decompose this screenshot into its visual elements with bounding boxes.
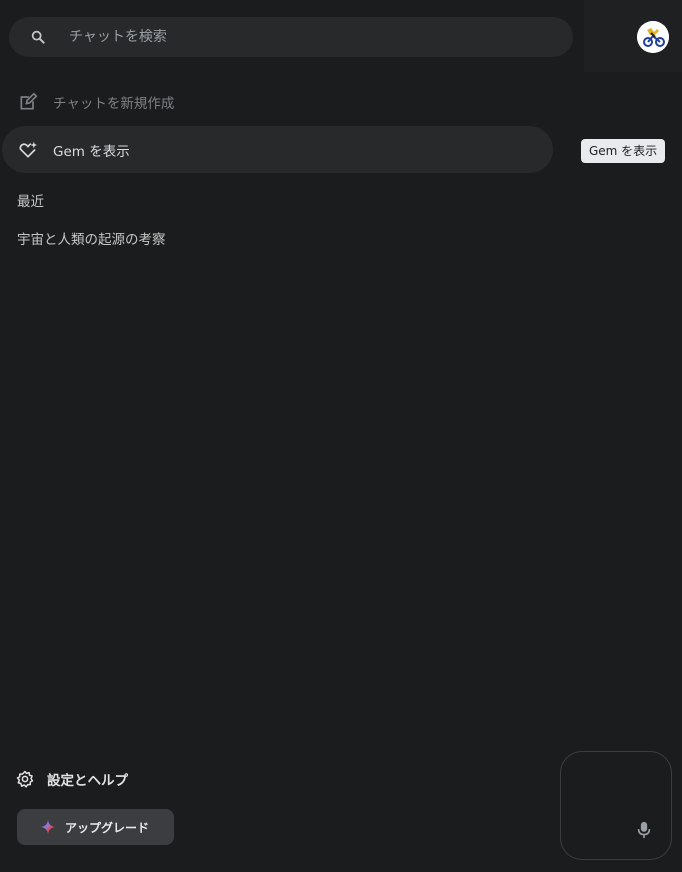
search-bar[interactable]: チャットを検索	[9, 17, 573, 57]
avatar[interactable]	[637, 21, 669, 53]
recent-chat-item[interactable]: 宇宙と人類の起源の考察	[17, 228, 166, 248]
search-placeholder[interactable]: チャットを検索	[69, 17, 167, 57]
gem-icon	[19, 141, 38, 158]
sparkle-icon	[40, 819, 56, 835]
recent-heading: 最近	[17, 194, 44, 210]
prompt-input-box[interactable]	[560, 751, 672, 860]
sidebar: チャットを検索 チャットを新規作成 Gem を表示 最近 宇宙と人類の起源の考察	[0, 0, 584, 872]
search-icon	[31, 30, 45, 44]
avatar-image	[637, 21, 669, 53]
new-chat-button[interactable]: チャットを新規作成	[2, 78, 553, 125]
gear-icon	[16, 770, 34, 788]
upgrade-label: アップグレード	[65, 820, 150, 835]
show-gems-label: Gem を表示	[53, 143, 130, 160]
settings-help-button[interactable]: 設定とヘルプ	[16, 766, 128, 792]
show-gems-button[interactable]: Gem を表示	[2, 126, 553, 173]
upgrade-button[interactable]: アップグレード	[17, 809, 174, 845]
edit-icon	[20, 92, 38, 110]
new-chat-label: チャットを新規作成	[53, 95, 175, 112]
tooltip: Gem を表示	[581, 139, 666, 163]
app-window: チャットを検索 チャットを新規作成 Gem を表示 最近 宇宙と人類の起源の考察	[0, 0, 682, 872]
microphone-icon[interactable]	[636, 821, 652, 839]
settings-help-label: 設定とヘルプ	[47, 773, 128, 789]
